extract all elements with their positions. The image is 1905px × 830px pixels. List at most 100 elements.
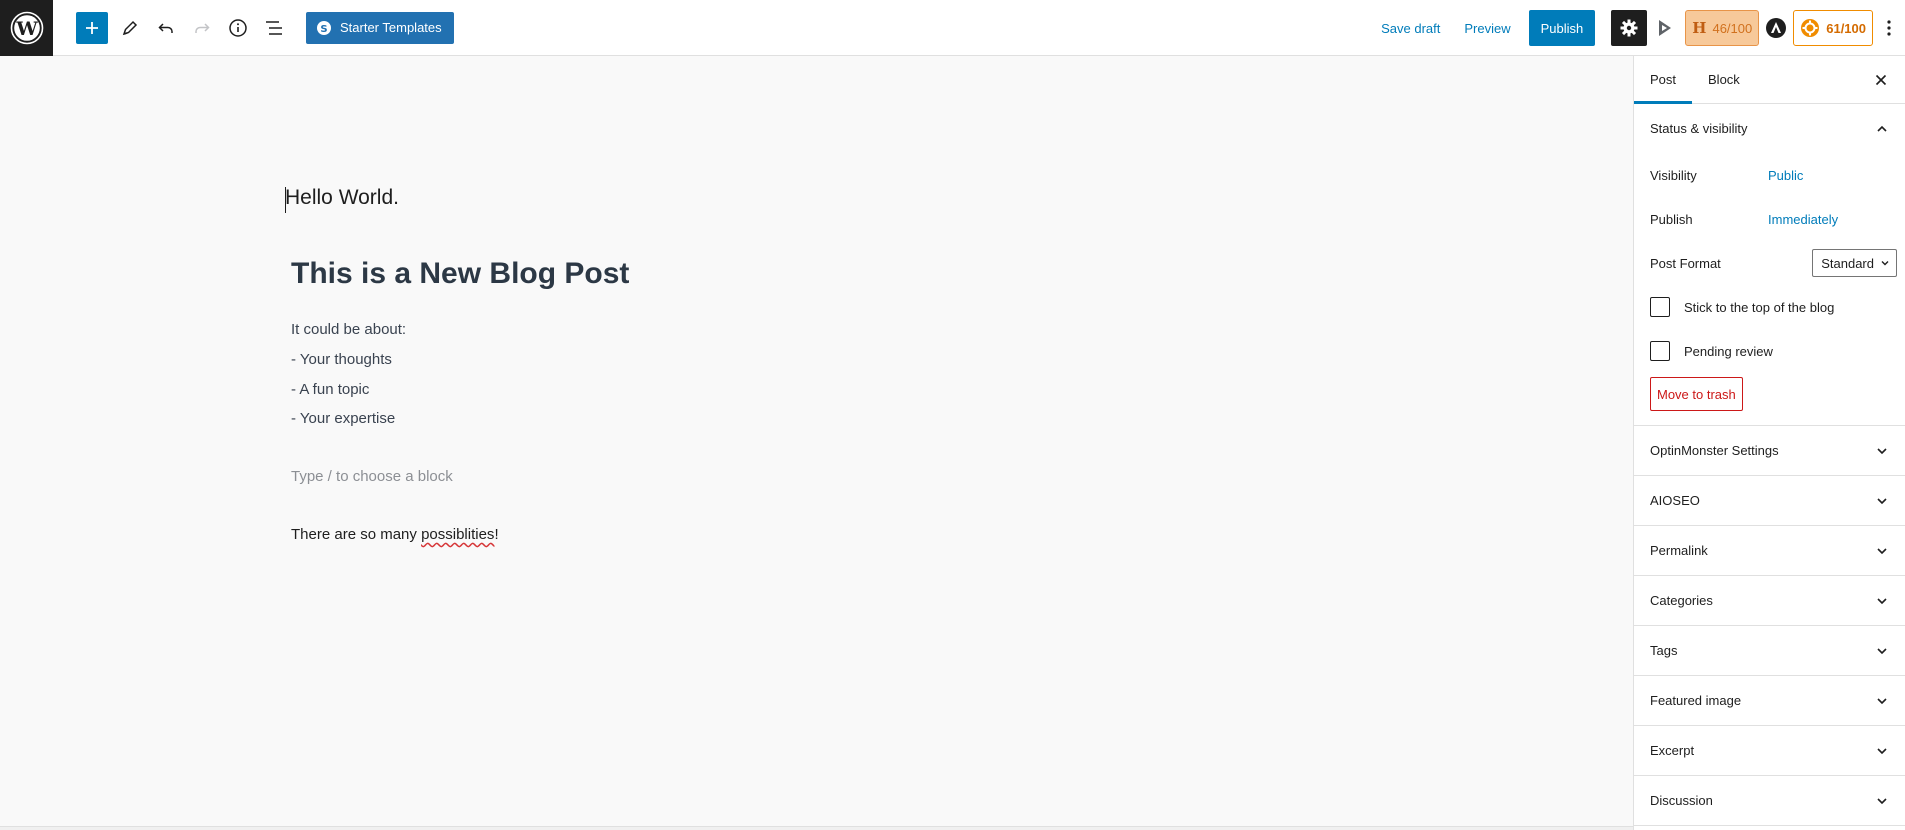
close-icon bbox=[1875, 74, 1887, 86]
post-format-value: Standard bbox=[1821, 255, 1874, 271]
headline-score: 46/100 bbox=[1712, 20, 1753, 36]
panel-tags[interactable]: Tags bbox=[1634, 626, 1905, 676]
panel-featured-image[interactable]: Featured image bbox=[1634, 676, 1905, 726]
sidebar-tabs: Post Block bbox=[1634, 56, 1905, 104]
undo-icon bbox=[158, 22, 173, 33]
editor-toolbar: W S Starter Templates Save draft Preview… bbox=[0, 0, 1905, 56]
sticky-row: Stick to the top of the blog bbox=[1650, 285, 1889, 329]
panel-permalink[interactable]: Permalink bbox=[1634, 526, 1905, 576]
visibility-label: Visibility bbox=[1650, 167, 1697, 183]
chevron-down-icon bbox=[1881, 261, 1889, 266]
paragraph-block-2[interactable]: - Your thoughts bbox=[291, 351, 392, 368]
chevron-down-icon bbox=[1877, 747, 1887, 754]
save-draft-button[interactable]: Save draft bbox=[1369, 12, 1452, 44]
chevron-down-icon bbox=[1877, 647, 1887, 654]
misspelled-word: possiblities bbox=[421, 526, 495, 543]
redo-button[interactable] bbox=[184, 10, 220, 46]
heading-block[interactable]: This is a New Blog Post bbox=[291, 257, 629, 291]
seo-score: 61/100 bbox=[1826, 20, 1866, 36]
editor-canvas[interactable] bbox=[0, 56, 1633, 826]
details-button[interactable] bbox=[220, 10, 256, 46]
status-visibility-panel: Visibility Public Publish Immediately Po… bbox=[1634, 153, 1905, 426]
post-format-label: Post Format bbox=[1650, 255, 1721, 271]
paragraph-block-last[interactable]: There are so many possiblities! bbox=[291, 526, 499, 543]
settings-sidebar: Post Block Status & visibility Visibilit… bbox=[1633, 56, 1905, 830]
redo-icon bbox=[195, 22, 210, 33]
panel-title: Categories bbox=[1650, 593, 1713, 608]
post-title[interactable]: Hello World. bbox=[285, 186, 399, 210]
pending-review-checkbox[interactable] bbox=[1650, 341, 1670, 361]
sticky-label[interactable]: Stick to the top of the blog bbox=[1684, 300, 1834, 315]
panel-title: Tags bbox=[1650, 643, 1678, 658]
panel-discussion[interactable]: Discussion bbox=[1634, 776, 1905, 826]
block-inserter-button[interactable] bbox=[76, 11, 108, 44]
move-to-trash-button[interactable]: Move to trash bbox=[1650, 377, 1743, 411]
tab-post[interactable]: Post bbox=[1634, 56, 1693, 104]
svg-text:S: S bbox=[320, 24, 327, 35]
toolbar-left: W S Starter Templates bbox=[0, 0, 454, 56]
settings-button[interactable] bbox=[1611, 10, 1648, 46]
chevron-down-icon bbox=[1877, 697, 1887, 704]
astra-logo-icon bbox=[1766, 18, 1787, 38]
panel-excerpt[interactable]: Excerpt bbox=[1634, 726, 1905, 776]
paragraph-text: There are so many bbox=[291, 526, 422, 543]
empty-block-placeholder[interactable]: Type / to choose a block bbox=[291, 468, 453, 485]
panel-aioseo[interactable]: AIOSEO bbox=[1634, 476, 1905, 526]
post-format-select[interactable]: Standard bbox=[1812, 249, 1897, 277]
publish-row: Publish Immediately bbox=[1650, 197, 1889, 241]
chevron-up-icon bbox=[1877, 125, 1887, 132]
more-vertical-icon bbox=[1887, 20, 1891, 36]
starter-templates-button[interactable]: S Starter Templates bbox=[306, 11, 454, 44]
undo-button[interactable] bbox=[148, 10, 184, 46]
panel-optinmonster[interactable]: OptinMonster Settings bbox=[1634, 426, 1905, 476]
aioseo-icon bbox=[1801, 19, 1820, 37]
tools-button[interactable] bbox=[112, 10, 148, 46]
svg-text:W: W bbox=[15, 18, 38, 40]
headline-score-button[interactable]: H 46/100 bbox=[1685, 10, 1760, 46]
status-visibility-panel-toggle[interactable]: Status & visibility bbox=[1634, 104, 1905, 153]
seo-score-button[interactable]: 61/100 bbox=[1793, 10, 1873, 46]
panel-title: AIOSEO bbox=[1650, 493, 1700, 508]
paragraph-text-end: ! bbox=[494, 526, 499, 543]
starter-templates-label: Starter Templates bbox=[340, 20, 442, 35]
list-view-icon bbox=[266, 20, 282, 35]
play-badge-icon bbox=[1659, 20, 1672, 36]
astra-button[interactable] bbox=[1759, 10, 1793, 46]
paragraph-block-1[interactable]: It could be about: bbox=[291, 321, 406, 338]
chevron-down-icon bbox=[1877, 447, 1887, 454]
visibility-toggle[interactable]: Public bbox=[1768, 168, 1803, 183]
panel-title: Discussion bbox=[1650, 793, 1713, 808]
panel-title: Featured image bbox=[1650, 693, 1742, 708]
paragraph-block-3[interactable]: - A fun topic bbox=[291, 381, 369, 398]
preview-button[interactable]: Preview bbox=[1452, 12, 1522, 44]
sticky-checkbox[interactable] bbox=[1650, 297, 1670, 317]
info-icon bbox=[229, 18, 247, 37]
panel-title: Excerpt bbox=[1650, 743, 1695, 758]
panel-title: Status & visibility bbox=[1650, 121, 1748, 136]
gear-icon bbox=[1620, 19, 1638, 37]
tab-block[interactable]: Block bbox=[1692, 56, 1756, 103]
publish-date-toggle[interactable]: Immediately bbox=[1768, 212, 1838, 227]
list-view-button[interactable] bbox=[256, 10, 292, 46]
paragraph-block-4[interactable]: - Your expertise bbox=[291, 410, 395, 427]
chevron-down-icon bbox=[1877, 497, 1887, 504]
starter-templates-icon: S bbox=[317, 20, 331, 35]
panel-title: Permalink bbox=[1650, 543, 1708, 558]
pending-review-row: Pending review bbox=[1650, 329, 1889, 373]
chevron-down-icon bbox=[1877, 547, 1887, 554]
text-caret bbox=[285, 187, 286, 213]
publish-label: Publish bbox=[1650, 211, 1693, 227]
chevron-down-icon bbox=[1877, 797, 1887, 804]
options-menu-button[interactable] bbox=[1873, 10, 1905, 46]
panel-categories[interactable]: Categories bbox=[1634, 576, 1905, 626]
visibility-row: Visibility Public bbox=[1650, 153, 1889, 197]
headline-analyzer-icon: H bbox=[1692, 19, 1707, 37]
plus-icon bbox=[86, 21, 98, 34]
toolbar-right: Save draft Preview Publish H 46/100 61/1… bbox=[1369, 0, 1905, 56]
wordpress-logo-icon[interactable]: W bbox=[0, 0, 53, 56]
plugin-play-button[interactable] bbox=[1647, 10, 1683, 46]
pending-review-label[interactable]: Pending review bbox=[1684, 344, 1773, 359]
close-sidebar-button[interactable] bbox=[1863, 62, 1899, 98]
canvas-footer bbox=[0, 826, 1633, 830]
publish-button[interactable]: Publish bbox=[1528, 10, 1596, 46]
